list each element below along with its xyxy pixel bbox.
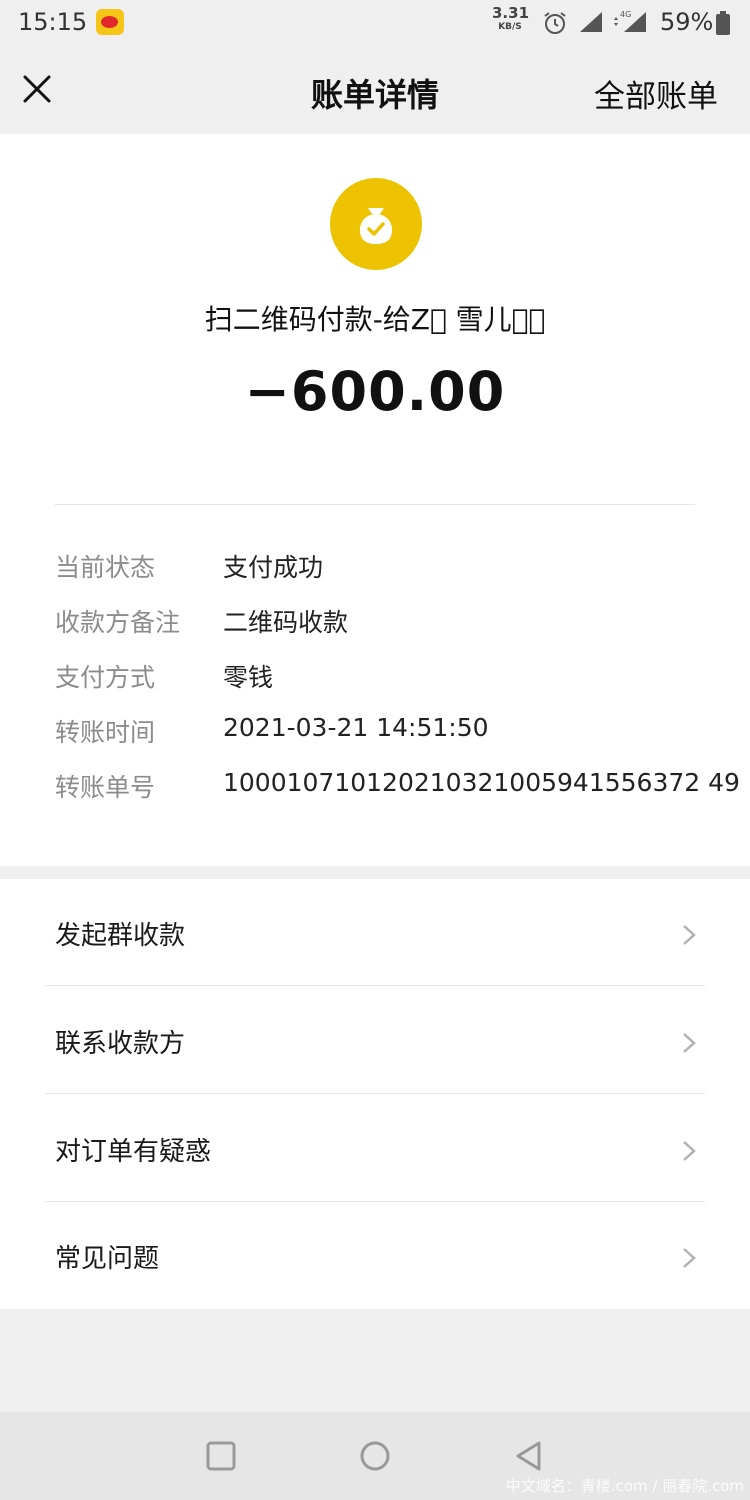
detail-value: 支付成功	[223, 553, 324, 582]
group-collect-row[interactable]: 发起群收款	[0, 879, 750, 986]
back-icon[interactable]	[513, 1440, 545, 1472]
merchant-name: 扫二维码付款-给Z  雪儿  	[204, 303, 546, 336]
action-label: 联系收款方	[55, 1029, 186, 1059]
detail-label: 收款方备注	[55, 608, 181, 637]
network-type: 4G	[620, 10, 631, 19]
detail-row-transfer-number: 转账单号 100010710120210321005941556372 49	[55, 768, 740, 808]
battery-percent: 59%	[660, 8, 714, 36]
detail-label: 转账时间	[55, 718, 156, 747]
action-label: 发起群收款	[55, 921, 186, 951]
watermark: 中文域名：青楼.com / 丽春院.com	[505, 1477, 744, 1495]
nav-bar: 账单详情 全部账单	[0, 46, 750, 134]
amount: −600.00	[244, 360, 506, 423]
network-speed-unit: KB/S	[498, 22, 522, 32]
action-list: 发起群收款 联系收款方 对订单有疑惑 常见问题	[0, 879, 750, 1309]
divider	[55, 504, 695, 505]
detail-label: 转账单号	[55, 773, 156, 802]
contact-payee-row[interactable]: 联系收款方	[0, 987, 750, 1094]
detail-row-payment-method: 支付方式 零钱	[55, 658, 715, 698]
detail-value: 100010710120210321005941556372 49	[223, 768, 740, 797]
faq-row[interactable]: 常见问题	[0, 1202, 750, 1309]
detail-value: 零钱	[223, 663, 274, 692]
detail-row-status: 当前状态 支付成功	[55, 548, 715, 588]
bill-summary: 扫二维码付款-给Z  雪儿   −600.00 当前状态 支付成功 收款方备注 …	[0, 134, 750, 866]
detail-value: 二维码收款	[223, 608, 349, 637]
chevron-right-icon	[683, 1141, 696, 1161]
action-label: 常见问题	[55, 1244, 160, 1274]
divider	[45, 985, 705, 986]
signal-4g-icon: 4G	[614, 10, 646, 32]
detail-row-transfer-time: 转账时间 2021-03-21 14:51:50	[55, 713, 715, 753]
chevron-right-icon	[683, 1033, 696, 1053]
signal-icon	[580, 12, 602, 32]
chevron-right-icon	[683, 925, 696, 945]
action-label: 对订单有疑惑	[55, 1137, 212, 1167]
order-question-row[interactable]: 对订单有疑惑	[0, 1095, 750, 1202]
coin-bag-check-icon	[330, 178, 422, 270]
system-nav-bar: 中文域名：青楼.com / 丽春院.com	[0, 1412, 750, 1500]
alarm-icon	[544, 12, 566, 34]
battery-icon	[716, 11, 730, 35]
network-speed-value: 3.31	[492, 4, 530, 22]
detail-label: 当前状态	[55, 553, 156, 582]
chevron-right-icon	[683, 1248, 696, 1268]
all-bills-link[interactable]: 全部账单	[594, 71, 718, 116]
status-bar: 15:15 3.31 KB/S 4G 59%	[0, 0, 750, 46]
status-time: 15:15	[18, 8, 88, 36]
divider	[45, 1093, 705, 1094]
recent-apps-icon[interactable]	[205, 1440, 237, 1472]
weibo-notification-icon	[96, 9, 124, 35]
network-speed: 3.31 KB/S	[492, 4, 530, 32]
home-icon[interactable]	[359, 1440, 391, 1472]
detail-label: 支付方式	[55, 663, 156, 692]
detail-row-payee-note: 收款方备注 二维码收款	[55, 603, 715, 643]
detail-value: 2021-03-21 14:51:50	[223, 713, 489, 742]
